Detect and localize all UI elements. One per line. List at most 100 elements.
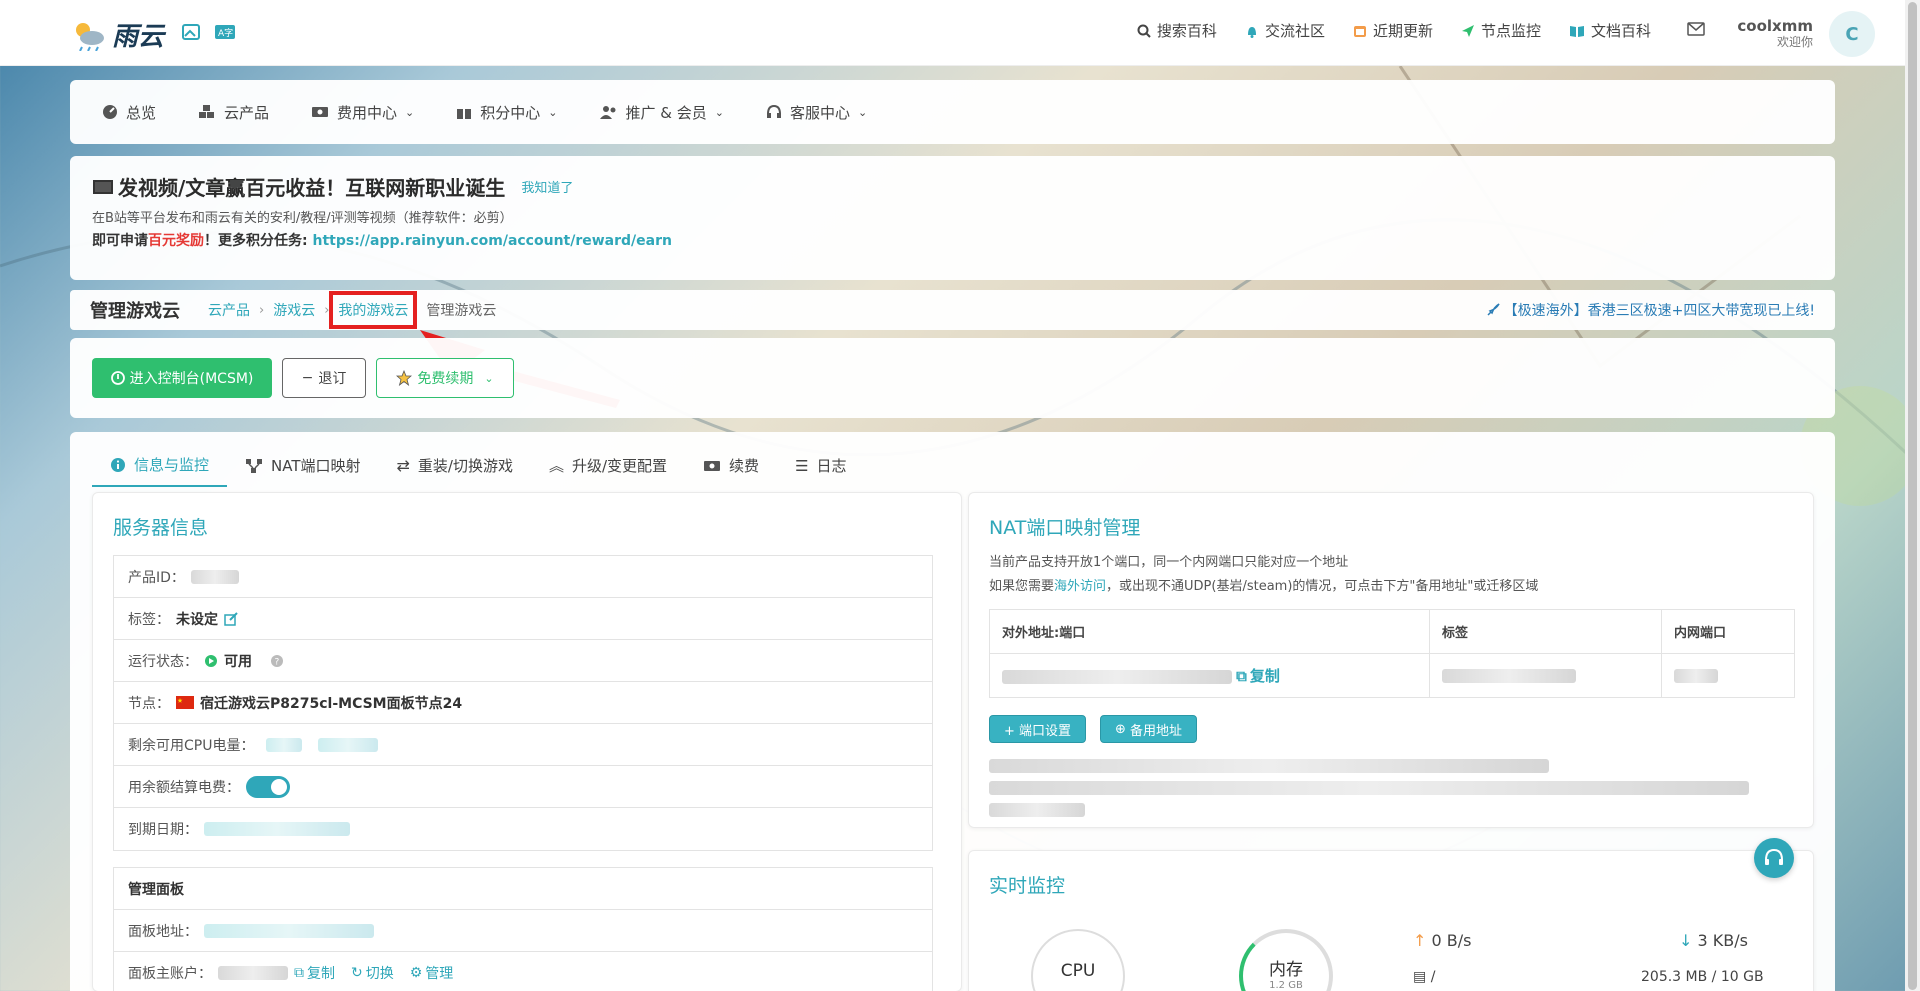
nat-title: NAT端口映射管理 [989,517,1141,539]
tab-renew[interactable]: 续费 [685,444,777,487]
menu-points[interactable]: 积分中心 ⌄ [456,102,558,123]
tab-logs[interactable]: ☰ 日志 [777,444,864,487]
cpu-label: CPU [1060,961,1096,981]
link-label: 复制 [307,966,335,982]
node-value: 宿迁游戏云P8275cl-MCSM面板节点24 [200,695,463,712]
breadcrumb-game-cloud[interactable]: 游戏云 [273,300,315,320]
nav-node-monitor[interactable]: 节点监控 [1461,20,1541,41]
main-content: 信息与监控 NAT端口映射 ⇄ 重装/切换游戏 ︽ 升级/变更配置 续费 ☰ 日… [70,432,1835,991]
menu-cloud-products[interactable]: 云产品 [198,102,269,123]
redacted-value [318,737,379,752]
notice-banner: 发视频/文章赢百元收益！互联网新职业诞生 我知道了 在B站等平台发布和雨云有关的… [70,156,1835,280]
free-renew-button[interactable]: 免费续期 ⌄ [376,358,514,398]
row-panel-title: 管理面板 [114,868,932,910]
redacted-value [1442,668,1576,683]
chevron-down-icon: ⌄ [714,105,724,119]
menu-billing[interactable]: 费用中心 ⌄ [311,102,414,123]
column-tag: 标签 [1429,609,1662,654]
headset-icon [1765,848,1783,865]
announcement-link[interactable]: 【极速海外】香港三区极速+四区大带宽现已上线! [1486,300,1815,320]
chevron-right-icon: › [324,302,330,318]
tab-nat[interactable]: NAT端口映射 [227,444,378,487]
nav-docs[interactable]: 文档百科 [1569,20,1651,41]
tab-info-monitor[interactable]: 信息与监控 [92,444,228,487]
help-icon[interactable]: ? [270,654,284,668]
tab-reinstall[interactable]: ⇄ 重装/切换游戏 [379,444,531,487]
row-label: 剩余可用CPU电量： [128,737,255,754]
gear-icon: ⚙ [409,965,423,981]
menu-label: 积分中心 [480,103,541,122]
reward-link[interactable]: https://app.rainyun.com/account/reward/e… [312,233,672,249]
enter-console-button[interactable]: 进入控制台(MCSM) [92,358,272,398]
row-label: 面板主账户： [128,966,212,982]
switch-account-button[interactable]: ↻ 切换 [351,963,394,983]
overseas-access-link[interactable]: 海外访问 [1054,579,1106,594]
column-external-address: 对外地址:端口 [989,609,1430,654]
cubes-icon [199,105,215,118]
user-info[interactable]: coolxmm 欢迎你 [1737,18,1813,50]
nav-search[interactable]: 搜索百科 [1137,20,1217,41]
info-icon [111,457,125,472]
disk-value: 205.3 MB / 10 GB [1641,969,1764,985]
scrollbar-thumb[interactable] [1908,2,1917,990]
translate-icon[interactable]: A字 [214,24,236,40]
arrow-down-icon: ↓ [1679,931,1693,950]
book-icon [1569,25,1584,37]
nav-updates[interactable]: 近期更新 [1353,20,1433,41]
tab-upgrade[interactable]: ︽ 升级/变更配置 [531,444,685,487]
menu-overview[interactable]: 总览 [102,102,156,123]
redacted-value [1002,670,1232,684]
manage-account-button[interactable]: ⚙ 管理 [410,963,454,983]
nat-desc-line-1: 当前产品支持开放1个端口，同一个内网端口只能对应一个地址 [989,555,1349,570]
logo[interactable]: 雨云 [70,16,164,53]
button-label: 免费续期 [417,371,474,387]
mail-icon[interactable] [1687,22,1705,36]
tab-label: 信息与监控 [134,456,210,474]
edit-icon[interactable] [224,611,238,626]
chevron-right-icon: › [259,302,265,318]
nav-label: 交流社区 [1264,22,1325,40]
copy-icon: ⧉ [1236,666,1247,685]
got-it-link[interactable]: 我知道了 [521,177,573,196]
nav-label: 节点监控 [1480,22,1541,40]
row-label: 面板地址： [128,923,198,940]
copy-account-button[interactable]: ⧉ 复制 [294,963,335,983]
row-expire: 到期日期： [114,808,932,850]
breadcrumb-cloud-products[interactable]: 云产品 [208,300,250,320]
redacted-line [989,803,1085,817]
avatar[interactable]: C [1829,11,1875,57]
unsubscribe-button[interactable]: − 退订 [282,358,366,398]
port-settings-button[interactable]: + 端口设置 [989,715,1087,743]
memory-value: 1.2 GB [1269,980,1303,991]
copy-address-button[interactable]: ⧉ 复制 [1236,665,1280,686]
menu-promotion[interactable]: 推广 & 会员 ⌄ [599,102,724,123]
menu-support[interactable]: 客服中心 ⌄ [766,102,867,123]
headset-icon [766,104,781,118]
balance-billing-toggle[interactable] [246,775,290,798]
nat-desc-line-2: 如果您需要海外访问，或出现不通UDP(基岩/steam)的情况，可点击下方"备用… [989,575,1538,599]
nav-community[interactable]: 交流社区 [1245,20,1325,41]
redacted-value [204,822,350,836]
redacted-line [989,759,1549,773]
row-node: 节点： 宿迁游戏云P8275cl-MCSM面板节点24 [114,682,932,724]
nav-label: 搜索百科 [1156,22,1217,40]
page-scrollbar[interactable] [1905,0,1920,991]
breadcrumb-current: 管理游戏云 [426,303,497,319]
row-panel-address: 面板地址： [114,910,932,952]
chevron-down-icon: ⌄ [548,105,558,119]
backup-address-button[interactable]: ⊕ 备用地址 [1100,715,1197,743]
download-speed: ↓ 3 KB/s [1679,931,1748,950]
support-float-button[interactable] [1754,838,1794,878]
menu-label: 费用中心 [337,103,398,122]
redacted-value [266,737,303,752]
image-icon[interactable] [182,24,200,40]
server-info-table: 产品ID： 标签： 未设定 运行状态： 可用? 节点： 宿迁游戏云P8275cl-MC… [113,555,933,851]
notice-title-text: 发视频/文章赢百元收益！互联网新职业诞生 [118,176,506,200]
breadcrumb-my-game-cloud[interactable]: 我的游戏云 [329,291,418,329]
upload-speed: ↑ 0 B/s [1413,931,1471,950]
avatar-letter: C [1845,23,1859,45]
panel-info-table: 管理面板 面板地址： 面板主账户： ⧉ 复制 ↻ 切换 ⚙ 管理 [113,867,933,991]
users-icon [599,106,615,119]
external-address-cell: ⧉ 复制 [989,653,1430,698]
hdd-icon: ▤ [1413,969,1427,985]
